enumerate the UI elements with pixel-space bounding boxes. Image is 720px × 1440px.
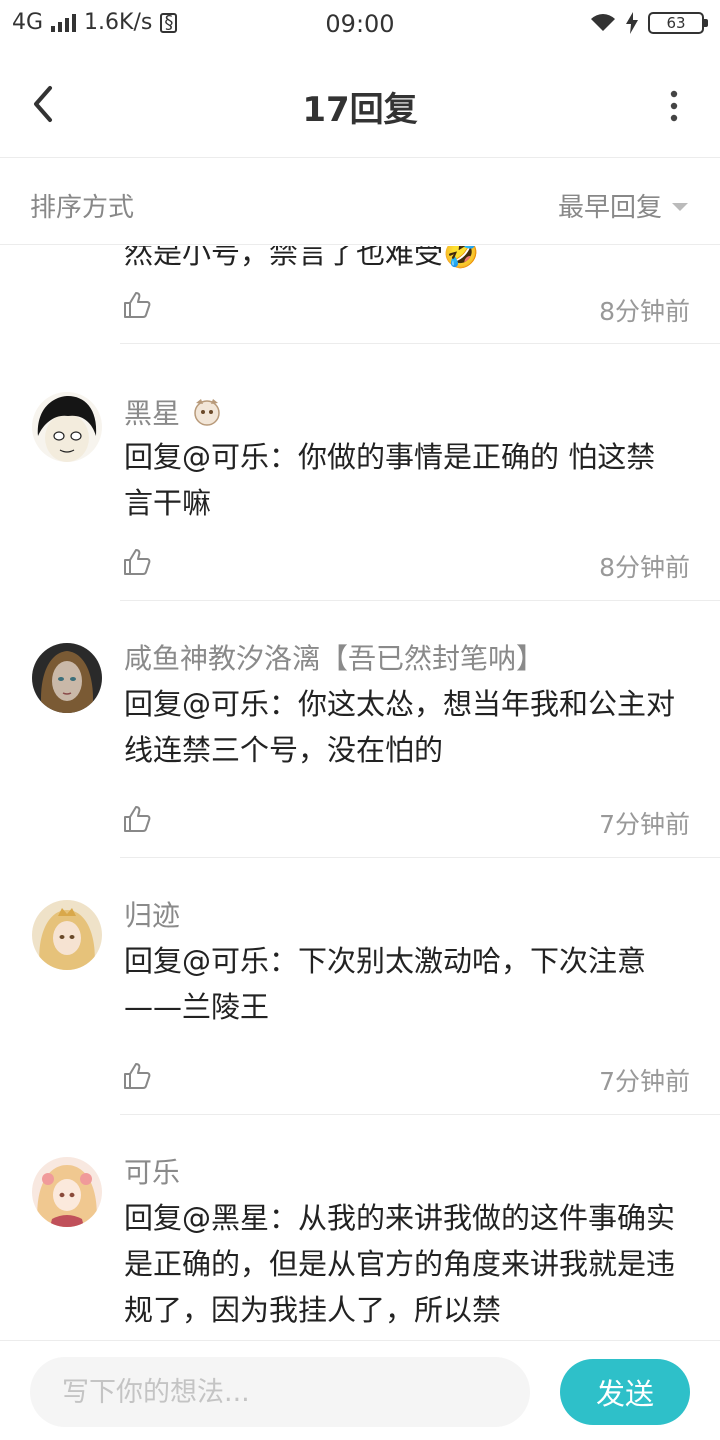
thumbs-up-icon[interactable]	[122, 547, 152, 577]
thumbs-up-icon[interactable]	[122, 290, 152, 320]
comment-header: 可乐	[124, 1151, 180, 1191]
comment-item: 然是小号，禁言了也难受🤣 8分钟前	[0, 246, 720, 344]
battery-icon: 63	[648, 12, 708, 34]
comment-time: 7分钟前	[599, 1067, 690, 1096]
comment-composer: 发送	[0, 1340, 720, 1440]
sort-bar: 排序方式 最早回复	[0, 159, 720, 245]
comment-header: 归迹	[124, 894, 180, 934]
comment-text: 回复@可乐：下次别太激动哈，下次注意——兰陵王	[124, 944, 647, 1024]
thumbs-up-icon[interactable]	[122, 804, 152, 834]
sort-selected-value: 最早回复	[557, 193, 662, 223]
comment-text: 回复@黑星：从我的来讲我做的这件事确实是正确的，但是从官方的角度来讲我就是违规了…	[124, 1201, 676, 1327]
caret-down-icon	[672, 202, 688, 211]
comment-list[interactable]: 然是小号，禁言了也难受🤣 8分钟前 黑星 回复@可乐：你做的事情是正确的 怕这禁…	[0, 246, 720, 1340]
avatar[interactable]	[32, 900, 102, 970]
status-right: 63	[590, 12, 708, 34]
sort-dropdown[interactable]: 最早回复	[558, 187, 688, 224]
username[interactable]: 咸鱼神教汐洛漓【吾已然封笔呐】	[124, 637, 544, 677]
comment-time: 7分钟前	[599, 810, 690, 839]
nav-bar: 17回复	[0, 52, 720, 158]
comment-item: 归迹 回复@可乐：下次别太激动哈，下次注意——兰陵王 7分钟前	[0, 858, 720, 1115]
status-bar: 4G 1.6K/s § 09:00 63	[0, 0, 720, 52]
comment-text: 回复@可乐：你做的事情是正确的 怕这禁言干嘛	[124, 440, 656, 520]
username[interactable]: 黑星	[124, 392, 180, 432]
charging-icon	[626, 12, 638, 34]
comment-text: 回复@可乐：你这太怂，想当年我和公主对线连禁三个号，没在怕的	[124, 687, 676, 767]
comment-header: 黑星	[124, 392, 224, 432]
username[interactable]: 归迹	[124, 894, 180, 934]
avatar[interactable]	[32, 392, 102, 462]
wifi-icon	[591, 14, 615, 31]
sort-label: 排序方式	[30, 193, 135, 223]
comment-item: 咸鱼神教汐洛漓【吾已然封笔呐】 回复@可乐：你这太怂，想当年我和公主对线连禁三个…	[0, 601, 720, 858]
comment-item: 可乐 回复@黑星：从我的来讲我做的这件事确实是正确的，但是从官方的角度来讲我就是…	[0, 1115, 720, 1340]
thumbs-up-icon[interactable]	[122, 1061, 152, 1091]
user-badge-icon	[194, 399, 220, 426]
page-title: 17回复	[302, 90, 418, 130]
more-options-icon[interactable]	[668, 88, 680, 124]
comment-header: 咸鱼神教汐洛漓【吾已然封笔呐】	[124, 637, 544, 677]
username[interactable]: 可乐	[124, 1151, 180, 1191]
avatar[interactable]	[32, 643, 102, 713]
send-button[interactable]: 发送	[560, 1359, 690, 1425]
comment-time: 8分钟前	[599, 553, 690, 582]
comment-item: 黑星 回复@可乐：你做的事情是正确的 怕这禁言干嘛 8分钟前	[0, 344, 720, 601]
comment-text: 然是小号，禁言了也难受🤣	[124, 246, 480, 270]
comment-input[interactable]	[30, 1357, 530, 1427]
comment-time: 8分钟前	[599, 297, 690, 326]
avatar[interactable]	[32, 1157, 102, 1227]
